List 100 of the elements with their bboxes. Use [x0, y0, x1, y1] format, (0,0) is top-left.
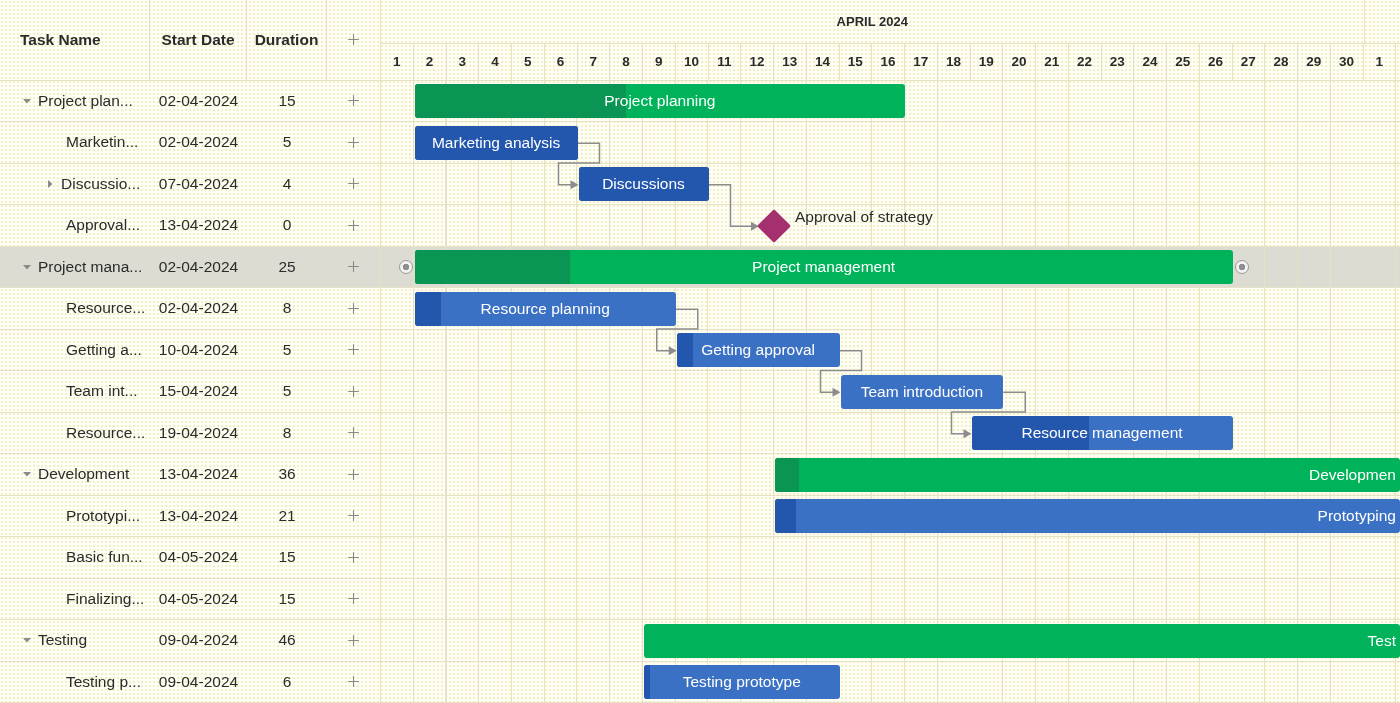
task-row[interactable]: Marketin... 02-04-2024 5: [0, 122, 380, 164]
day-label: 12: [741, 44, 774, 80]
start-date: 09-04-2024: [158, 672, 239, 691]
start-date: 04-05-2024: [158, 589, 239, 608]
task-bar[interactable]: Discussions: [578, 167, 709, 202]
task-name: Marketin...: [66, 133, 139, 152]
bar-label: Team introduction: [859, 382, 985, 401]
month-label: APRIL 2024: [381, 0, 1365, 43]
task-row[interactable]: Project plan... 02-04-2024 15: [0, 80, 380, 122]
day-label: 30: [1330, 44, 1364, 80]
column-header: Start Date: [161, 30, 235, 49]
start-date: 15-04-2024: [158, 382, 239, 401]
task-name: Development: [38, 465, 130, 484]
milestone-marker[interactable]: [757, 208, 791, 243]
duration: 15: [278, 589, 296, 608]
day-label: 7: [577, 44, 611, 80]
task-name: Prototypi...: [66, 506, 141, 525]
task-name: Discussio...: [61, 174, 141, 193]
task-bar[interactable]: Marketing analysis: [414, 125, 578, 160]
bar-label: Testing prototype: [681, 673, 802, 692]
start-date: 02-04-2024: [158, 299, 239, 318]
bar-label: Project management: [751, 258, 897, 277]
task-row[interactable]: Testing 09-04-2024 46: [0, 620, 380, 662]
day-label: 3: [446, 44, 480, 80]
day-label: 22: [1068, 44, 1102, 80]
day-label: 17: [905, 44, 938, 80]
start-date: 07-04-2024: [158, 174, 239, 193]
day-label: 16: [872, 44, 905, 80]
day-label: 1: [381, 44, 414, 80]
bar-label: Project planning: [603, 92, 717, 111]
bar-label: Resource management: [1020, 424, 1184, 443]
day-label: 14: [806, 44, 840, 80]
bar-label: Resource planning: [479, 299, 611, 318]
column-header: Task Name: [20, 30, 101, 49]
task-name: Resource...: [66, 299, 146, 318]
task-name: Project plan...: [38, 91, 133, 110]
start-date: 02-04-2024: [158, 91, 239, 110]
day-label: 13: [774, 44, 807, 80]
task-bar[interactable]: Resource management: [971, 416, 1233, 451]
duration: 8: [282, 423, 292, 442]
day-label: 11: [708, 44, 742, 80]
task-row[interactable]: Testing p... 09-04-2024 6: [0, 661, 380, 703]
task-name: Resource...: [66, 423, 146, 442]
caret-right-icon[interactable]: [45, 178, 55, 189]
task-row[interactable]: Getting a... 10-04-2024 5: [0, 329, 380, 371]
day-label: 19: [970, 44, 1004, 80]
task-name: Team int...: [66, 382, 138, 401]
task-name: Testing: [38, 631, 88, 650]
day-label: 26: [1199, 44, 1233, 80]
duration: 0: [282, 216, 292, 235]
task-row[interactable]: Project mana... 02-04-2024 25: [0, 246, 380, 288]
task-name: Approval...: [66, 216, 141, 235]
task-row[interactable]: Finalizing... 04-05-2024 15: [0, 578, 380, 620]
task-bar[interactable]: Resource planning: [414, 291, 676, 326]
day-label: 25: [1167, 44, 1200, 80]
duration: 6: [282, 672, 292, 691]
duration: 15: [278, 548, 296, 567]
bar-label: Developmen: [1307, 465, 1397, 484]
day-label: 23: [1101, 44, 1135, 80]
bar-label: Test: [1366, 631, 1397, 650]
start-date: 04-05-2024: [158, 548, 239, 567]
task-name: Testing p...: [66, 672, 141, 691]
task-name: Project mana...: [38, 257, 143, 276]
day-label: 6: [544, 44, 578, 80]
task-name: Finalizing...: [66, 589, 145, 608]
day-label: 27: [1232, 44, 1266, 80]
day-label: 21: [1036, 44, 1069, 80]
duration: 4: [282, 174, 292, 193]
duration: 5: [282, 340, 292, 359]
task-row[interactable]: Development 13-04-2024 36: [0, 454, 380, 496]
day-label: 5: [512, 44, 545, 80]
day-label: 10: [675, 44, 709, 80]
task-name: Basic fun...: [66, 548, 143, 567]
task-row[interactable]: Resource... 02-04-2024 8: [0, 288, 380, 330]
duration: 15: [278, 91, 296, 110]
start-date: 09-04-2024: [158, 631, 239, 650]
duration: 25: [278, 257, 296, 276]
bar-label: Prototyping: [1316, 507, 1397, 526]
duration: 36: [278, 465, 296, 484]
task-bar[interactable]: Testing prototype: [644, 665, 840, 700]
task-bar[interactable]: Prototyping: [775, 499, 1400, 534]
task-bar[interactable]: Team introduction: [840, 374, 1004, 409]
day-label: 9: [643, 44, 676, 80]
bar-label: Marketing analysis: [430, 133, 562, 152]
task-row[interactable]: Resource... 19-04-2024 8: [0, 412, 380, 454]
task-row[interactable]: Approval... 13-04-2024 0: [0, 205, 380, 247]
task-row[interactable]: Team int... 15-04-2024 5: [0, 371, 380, 413]
task-bar[interactable]: Getting approval: [676, 333, 840, 368]
day-label: 15: [839, 44, 873, 80]
start-date: 10-04-2024: [158, 340, 239, 359]
day-label: 2: [413, 44, 447, 80]
start-date: 02-04-2024: [158, 257, 239, 276]
start-date: 13-04-2024: [158, 216, 239, 235]
task-row[interactable]: Basic fun... 04-05-2024 15: [0, 537, 380, 579]
day-label: 8: [610, 44, 643, 80]
day-label: 18: [937, 44, 971, 80]
bar-label: Discussions: [601, 175, 686, 194]
day-label: 28: [1265, 44, 1298, 80]
task-row[interactable]: Discussio... 07-04-2024 4: [0, 163, 380, 205]
task-row[interactable]: Prototypi... 13-04-2024 21: [0, 495, 380, 537]
